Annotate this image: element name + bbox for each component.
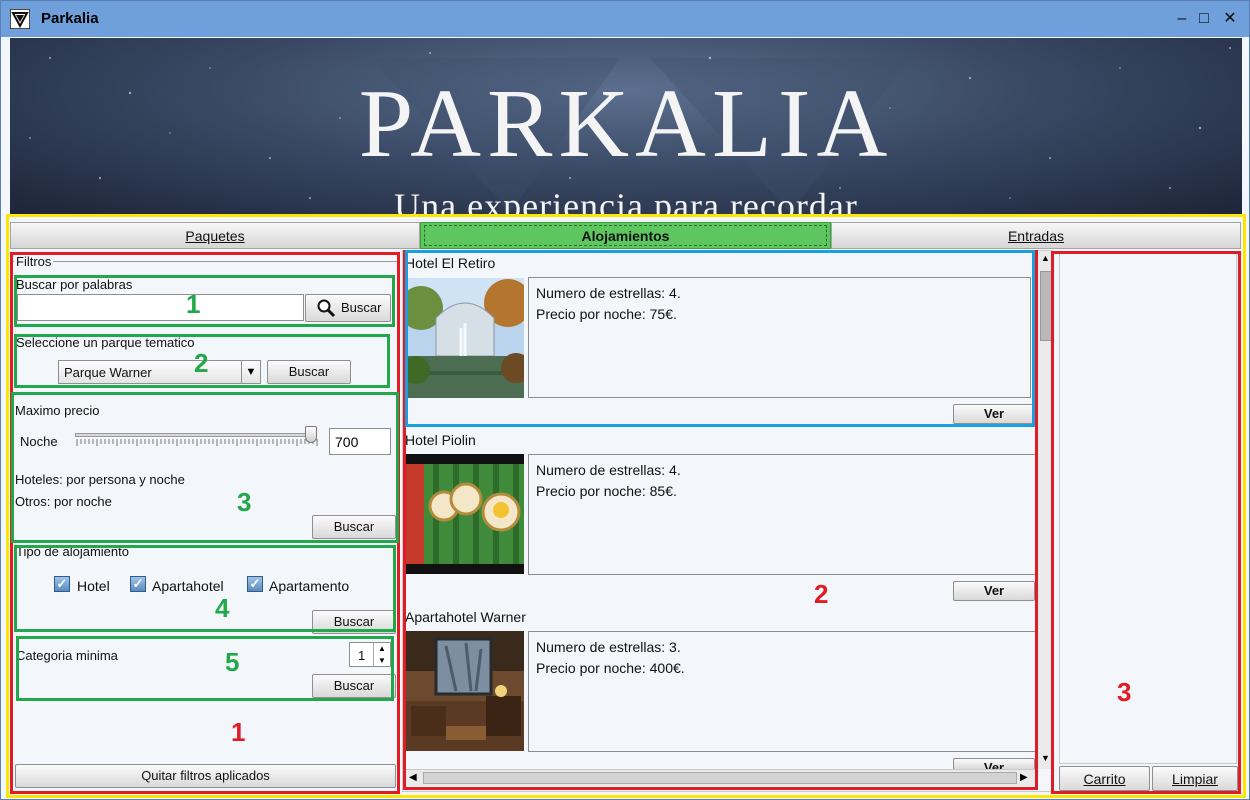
- annotation-label-green-3: 3: [237, 487, 252, 517]
- title-bar: Parkalia – □ ✕: [1, 1, 1249, 37]
- annotation-label-red-3: 3: [1117, 677, 1132, 707]
- annotation-green-box-1: [14, 275, 395, 327]
- annotation-red-box-cart: [1051, 251, 1241, 794]
- annotation-label-green-2: 2: [194, 348, 209, 378]
- app-logo-icon: [10, 9, 30, 29]
- close-icon[interactable]: ✕: [1217, 7, 1243, 31]
- annotation-green-box-5: [16, 636, 394, 701]
- maximize-icon[interactable]: □: [1191, 7, 1217, 31]
- banner-title: PARKALIA: [358, 70, 894, 178]
- app-window: Parkalia – □ ✕ PARKALIA Una experiencia …: [0, 0, 1250, 800]
- annotation-label-red-2: 2: [814, 579, 829, 609]
- annotation-label-green-1: 1: [186, 289, 201, 319]
- annotation-green-box-3: [11, 392, 399, 543]
- annotation-label-green-5: 5: [225, 647, 240, 677]
- banner-subtitle: Una experiencia para recordar: [394, 186, 858, 215]
- annotation-label-green-4: 4: [215, 593, 230, 623]
- header-banner: PARKALIA Una experiencia para recordar: [10, 38, 1242, 215]
- window-title: Parkalia: [41, 10, 99, 27]
- annotation-label-red-1: 1: [231, 717, 246, 747]
- annotation-blue-box-card: [405, 250, 1035, 427]
- annotation-green-box-4: [14, 545, 396, 632]
